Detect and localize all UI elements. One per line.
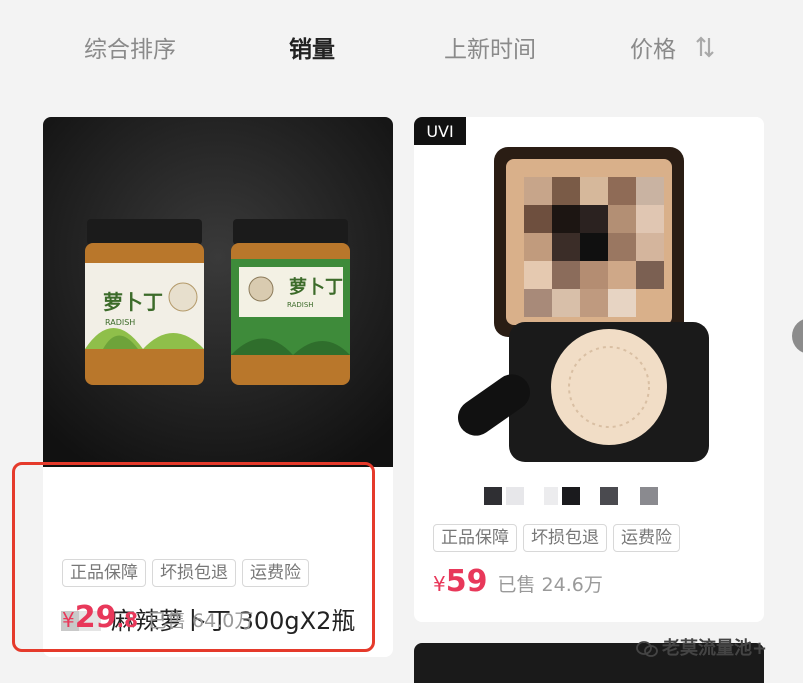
sort-sales[interactable]: 销量 — [289, 30, 335, 64]
jar2-label: 萝卜丁 — [289, 276, 343, 298]
highlight-box — [12, 462, 375, 652]
watermark-text: 老莫流量池+ — [662, 638, 768, 659]
watermark: 老莫流量池+ — [636, 634, 767, 660]
jar1-sub: RADISH — [105, 318, 135, 327]
service-tags: 正品保障 坏损包退 运费险 — [433, 524, 680, 552]
tag-genuine: 正品保障 — [433, 524, 517, 552]
currency-symbol: ¥ — [433, 572, 446, 596]
product-image-cushion[interactable]: UVI — [414, 117, 764, 512]
side-scroll-handle[interactable] — [792, 318, 803, 354]
sort-order-icon[interactable] — [696, 36, 714, 58]
brand-badge: UVI — [426, 122, 453, 141]
product-image-radish-jars[interactable]: 萝卜丁 RADISH 萝卜丁 RADISH — [43, 117, 393, 467]
sort-price[interactable]: 价格 — [630, 30, 676, 64]
product-card-cushion[interactable]: UVI 正品保障 坏损包退 运费险 ¥59 已售 24.6万 — [414, 117, 764, 622]
price-integer: 59 — [445, 564, 488, 599]
sold-count: 已售 24.6万 — [497, 574, 603, 596]
tag-shipping-insurance: 运费险 — [613, 524, 680, 552]
jar1-label: 萝卜丁 — [103, 290, 163, 314]
tag-damage-return: 坏损包退 — [523, 524, 607, 552]
sort-comprehensive[interactable]: 综合排序 — [84, 30, 176, 64]
wechat-icon — [636, 641, 658, 657]
sort-bar: 综合排序 销量 上新时间 价格 — [0, 0, 803, 96]
jar2-sub: RADISH — [287, 301, 314, 309]
price-row: ¥59 已售 24.6万 — [433, 564, 603, 599]
sort-newest[interactable]: 上新时间 — [444, 30, 536, 64]
